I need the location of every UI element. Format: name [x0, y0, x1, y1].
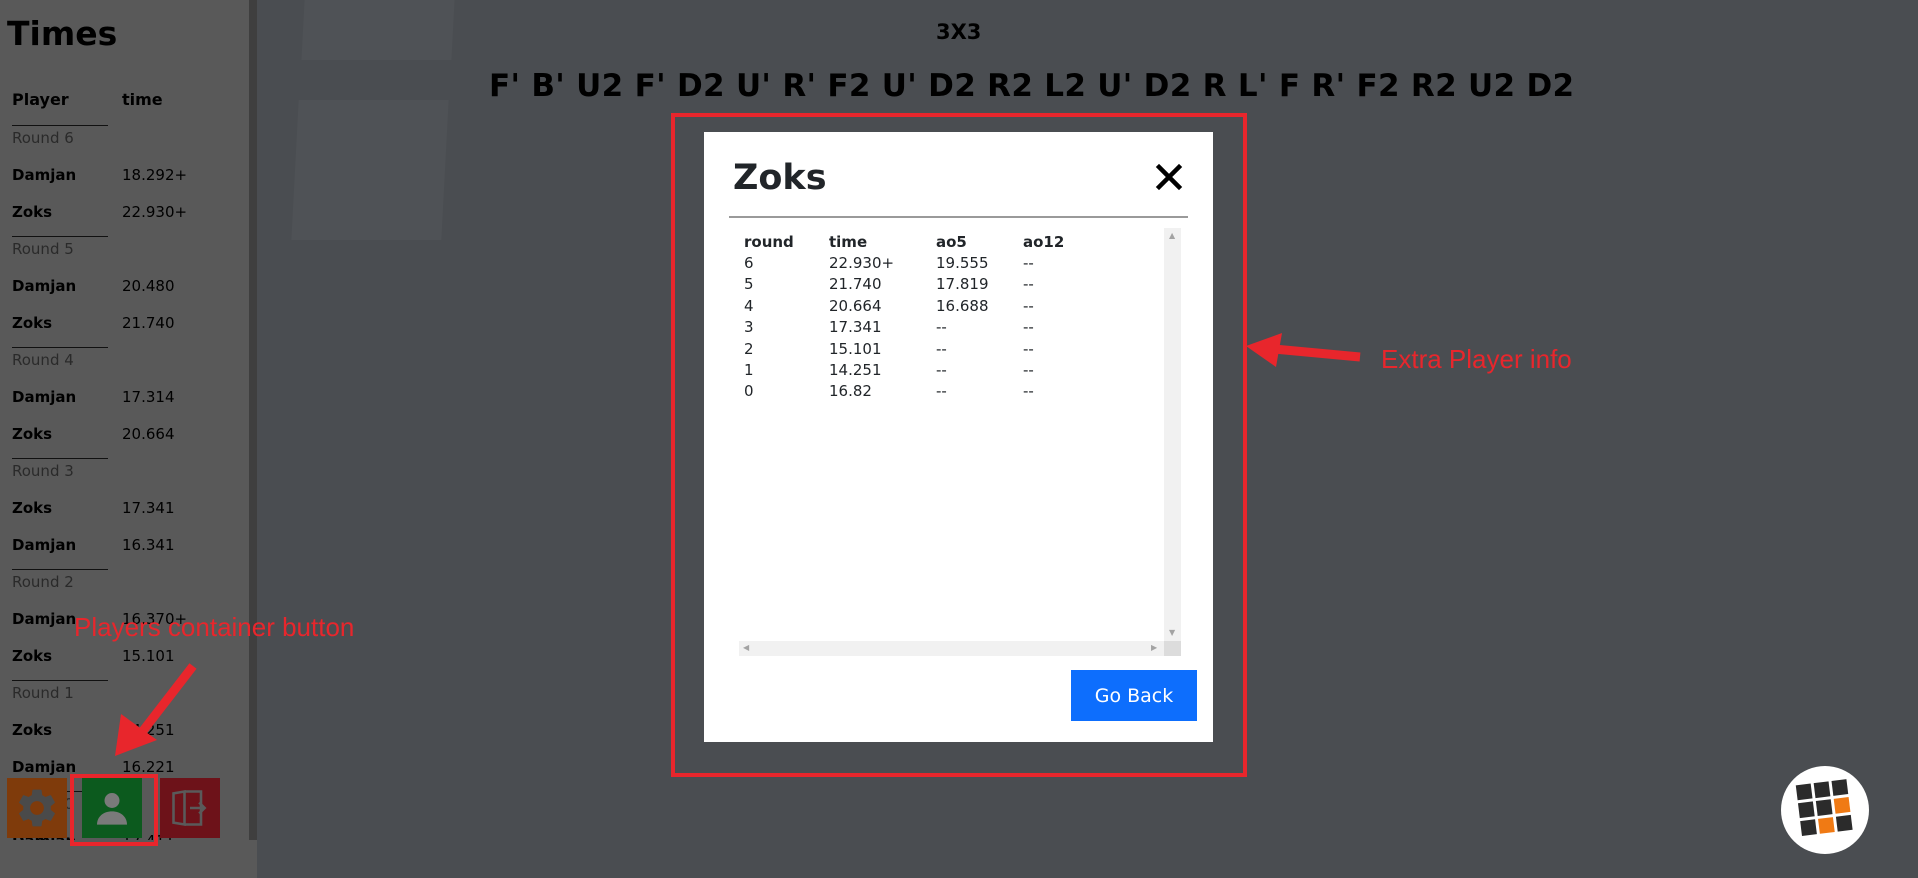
- round-label: Round 2: [12, 573, 74, 591]
- round-divider: [12, 458, 108, 459]
- round-divider: [12, 569, 108, 570]
- times-row-player: Damjan: [12, 536, 77, 554]
- background-panel: [301, 0, 455, 60]
- event-title: 3X3: [936, 20, 982, 44]
- annotation-arrow-left: [1246, 333, 1361, 367]
- annotation-players-container-button: Players container button: [74, 612, 355, 642]
- scramble-text: F' B' U2 F' D2 U' R' F2 U' D2 R2 L2 U' D…: [489, 68, 1575, 104]
- logout-icon: [172, 789, 207, 827]
- sidebar-title: Times: [7, 14, 118, 53]
- times-row-player: Damjan: [12, 388, 77, 406]
- round-label: Round 3: [12, 462, 74, 480]
- times-row-time: 20.480: [122, 277, 175, 295]
- times-row-time: 20.664: [122, 425, 175, 443]
- settings-button[interactable]: [7, 778, 67, 838]
- times-row-player: Zoks: [12, 314, 53, 332]
- round-label: Round 5: [12, 240, 74, 258]
- times-row-time: 21.740: [122, 314, 175, 332]
- times-row-time: 17.314: [122, 388, 175, 406]
- app-logo: [1780, 765, 1870, 855]
- times-row-time: 18.292+: [122, 166, 188, 184]
- round-divider: [12, 680, 108, 681]
- cube-logo-icon: [1781, 766, 1869, 854]
- logout-button[interactable]: [160, 778, 220, 838]
- times-row-time: 22.930+: [122, 203, 188, 221]
- times-row-player: Zoks: [12, 203, 53, 221]
- annotation-extra-player-info: Extra Player info: [1381, 344, 1572, 374]
- background-panel: [291, 100, 449, 240]
- round-label: Round 1: [12, 684, 74, 702]
- annotation-frame-players-button: [70, 774, 158, 846]
- round-label: Round 4: [12, 351, 74, 369]
- times-row-time: 17.341: [122, 499, 175, 517]
- round-divider: [12, 236, 108, 237]
- round-label: Round 6: [12, 129, 74, 147]
- column-header-time: time: [122, 90, 163, 109]
- times-row-player: Damjan: [12, 758, 77, 776]
- column-header-player: Player: [12, 90, 69, 109]
- times-row-player: Zoks: [12, 647, 53, 665]
- times-row-time: 16.341: [122, 536, 175, 554]
- annotation-frame-modal: [671, 113, 1247, 777]
- annotation-arrow-down: [115, 663, 197, 756]
- times-row-player: Zoks: [12, 425, 53, 443]
- round-divider: [12, 347, 108, 348]
- times-row-player: Zoks: [12, 499, 53, 517]
- sidebar-scrollbar[interactable]: [249, 0, 257, 840]
- times-row-player: Zoks: [12, 721, 53, 739]
- times-row-player: Damjan: [12, 610, 77, 628]
- times-row-player: Damjan: [12, 277, 77, 295]
- round-divider: [12, 125, 108, 126]
- gear-icon: [19, 789, 55, 827]
- times-row-player: Damjan: [12, 166, 77, 184]
